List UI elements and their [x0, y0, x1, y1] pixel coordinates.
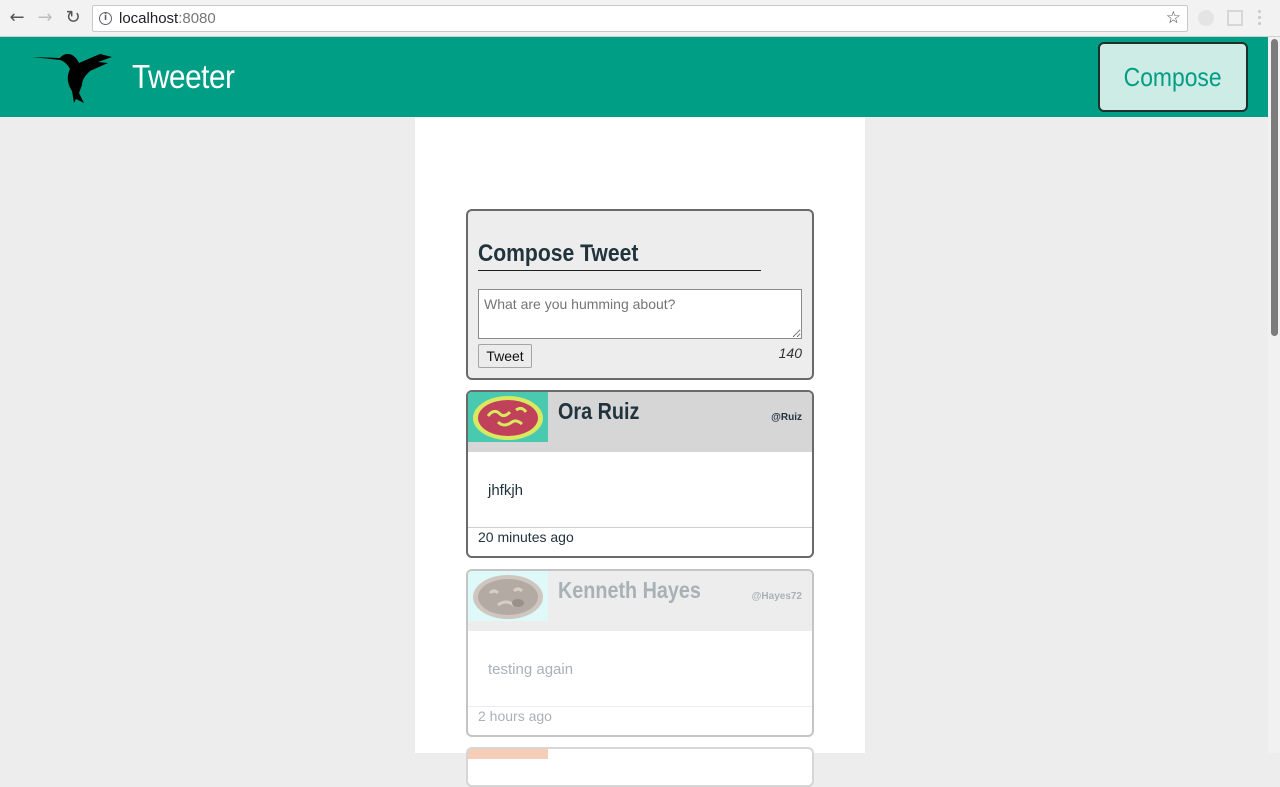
author-name-text: Kenneth Hayes — [558, 577, 701, 603]
tweet-card: Kenneth Hayes @Hayes72 testing again 2 h… — [466, 569, 814, 737]
bookmark-star-icon[interactable]: ☆ — [1166, 8, 1181, 28]
compose-button-label: Compose — [1124, 62, 1222, 92]
author-handle: @Hayes72 — [751, 591, 802, 602]
extension-icon[interactable] — [1198, 10, 1214, 26]
app-title: Tweeter — [132, 58, 235, 95]
author-name: Kenneth Hayes — [558, 577, 724, 604]
cast-icon[interactable] — [1227, 10, 1243, 26]
compose-heading: Compose Tweet — [478, 239, 761, 271]
author-name: Ora Ruiz — [558, 398, 653, 425]
tweet-divider — [468, 706, 812, 707]
tweet-timestamp: 2 hours ago — [478, 708, 552, 724]
tweet-content: jhfkjh — [488, 482, 524, 499]
tweet-header: Kenneth Hayes @Hayes72 — [468, 571, 812, 631]
avatar — [468, 392, 548, 442]
app-header: Tweeter Compose — [0, 37, 1268, 117]
tweet-button[interactable]: Tweet — [478, 344, 532, 368]
tweet-card: Ora Ruiz @Ruiz jhfkjh 20 minutes ago — [466, 390, 814, 558]
forward-icon[interactable]: → — [34, 7, 56, 29]
hummingbird-logo-icon — [32, 54, 112, 103]
tweet-timestamp: 20 minutes ago — [478, 529, 574, 545]
author-handle: @Ruiz — [771, 412, 802, 423]
avatar — [468, 571, 548, 621]
url-text[interactable]: localhost:8080 — [119, 10, 216, 27]
tweet-content: testing again — [488, 661, 574, 678]
address-bar[interactable]: i localhost:8080 ☆ — [92, 5, 1188, 32]
url-port: :8080 — [178, 10, 216, 27]
scrollbar-thumb[interactable] — [1271, 39, 1278, 336]
tweet-card — [466, 747, 814, 787]
tweet-divider — [468, 527, 812, 528]
compose-heading-text: Compose Tweet — [478, 240, 639, 267]
compose-button[interactable]: Compose — [1098, 42, 1248, 112]
author-name-text: Ora Ruiz — [558, 398, 640, 424]
page-scrollbar[interactable] — [1268, 37, 1280, 753]
info-icon[interactable]: i — [99, 12, 112, 25]
avatar — [468, 749, 548, 759]
tweet-header: Ora Ruiz @Ruiz — [468, 392, 812, 452]
compose-tweet-form: Compose Tweet Tweet 140 — [466, 209, 814, 380]
tweet-input[interactable] — [478, 289, 802, 339]
browser-toolbar: ← → ↻ i localhost:8080 ☆ — [0, 0, 1280, 37]
back-icon[interactable]: ← — [6, 7, 28, 29]
browser-menu-icon[interactable] — [1258, 9, 1262, 27]
char-counter: 140 — [778, 345, 802, 361]
url-host: localhost — [119, 10, 179, 27]
main-content: Compose Tweet Tweet 140 Ora Ruiz @Ruiz j… — [415, 117, 865, 787]
reload-icon[interactable]: ↻ — [62, 7, 84, 29]
